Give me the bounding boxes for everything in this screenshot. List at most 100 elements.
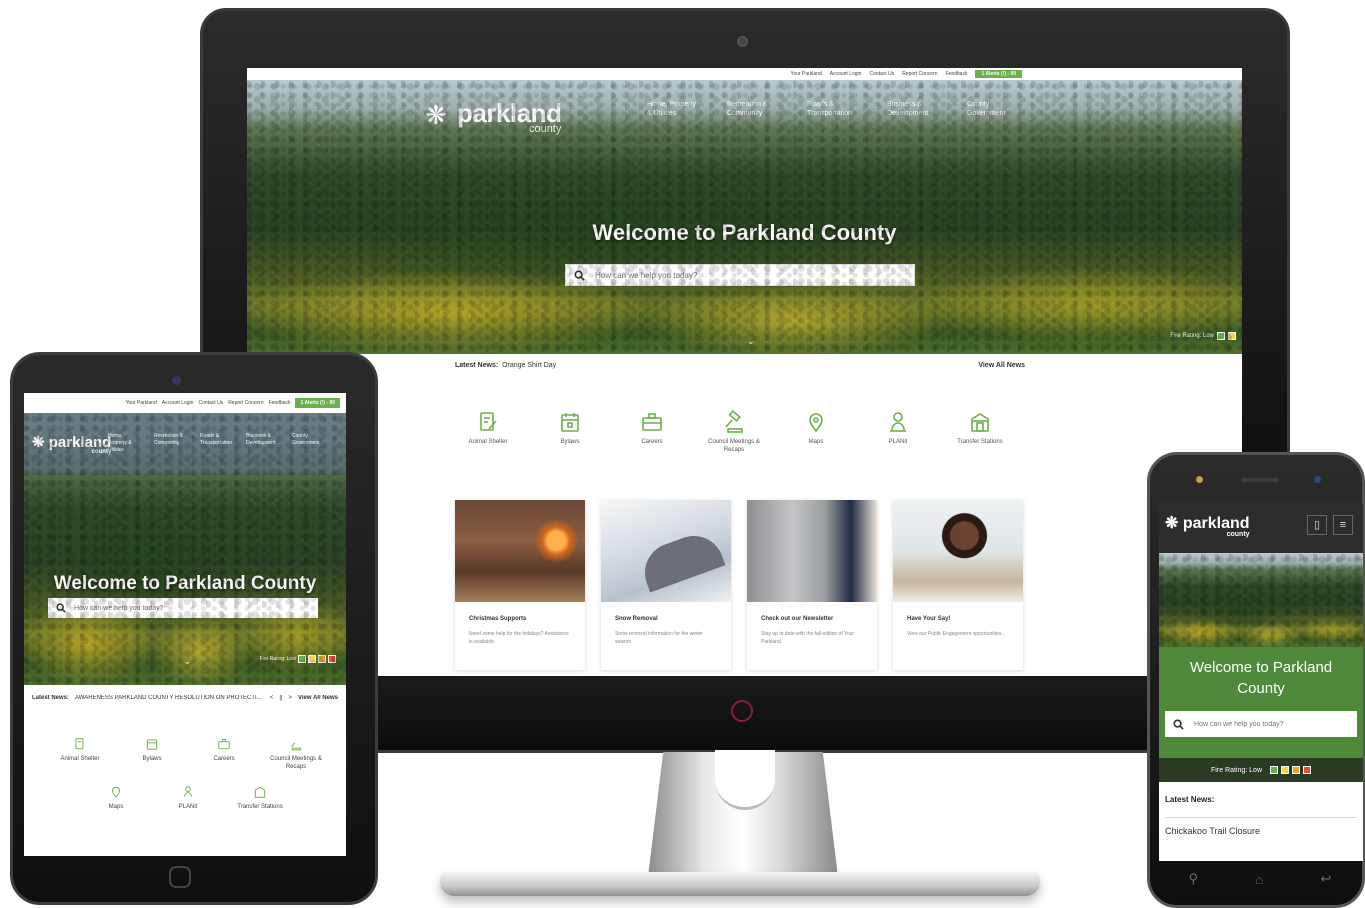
search-icon[interactable]	[1173, 718, 1184, 730]
search-input[interactable]	[74, 604, 314, 612]
quick-link-maps[interactable]: Maps	[790, 410, 842, 454]
home-icon[interactable]: ⌂	[1255, 872, 1263, 887]
tablet-main-nav: Home, Property & Utilities Recreation & …	[108, 433, 326, 454]
utility-link-feedback[interactable]: Feedback	[945, 71, 967, 77]
utility-link-feedback[interactable]: Feedback	[268, 400, 290, 406]
gavel-icon	[725, 410, 743, 433]
news-next-button[interactable]: >	[288, 695, 292, 701]
nav-item-government[interactable]: County Government	[967, 100, 1019, 118]
hero-search-box[interactable]	[48, 598, 318, 618]
utility-link-account-login[interactable]: Account Login	[830, 71, 862, 77]
latest-news-item[interactable]: Chickakoo Trail Closure	[1165, 826, 1260, 836]
alerts-icon[interactable]: ▯	[1307, 515, 1327, 535]
phone-speaker	[1242, 478, 1278, 482]
site-logo[interactable]: ❋ parkland county	[32, 433, 111, 455]
map-pin-icon	[809, 413, 823, 433]
utility-link-report-concern[interactable]: Report Concern	[228, 400, 263, 406]
feature-card-snow[interactable]: Snow Removal Snow removal information fo…	[601, 500, 731, 670]
site-logo[interactable]: ❋ parkland county	[425, 98, 562, 135]
latest-news-item[interactable]: Orange Shirt Day	[502, 362, 556, 369]
phone-header: ❋ parkland county ▯ ≡	[1159, 503, 1363, 553]
fire-swatch-moderate	[308, 655, 316, 663]
news-prev-button[interactable]: <	[270, 695, 274, 701]
search-icon[interactable]: ⚲	[1189, 871, 1199, 887]
card-image-mailbox	[747, 500, 877, 602]
search-input[interactable]	[1194, 720, 1344, 728]
monitor-stand-cutout	[715, 750, 775, 810]
nav-item-home-property[interactable]: Home, Property & Utilities	[647, 100, 699, 118]
scroll-down-icon[interactable]: ⌄	[747, 336, 755, 347]
quick-link-council[interactable]: Council Meetings & Recaps	[265, 737, 327, 771]
quick-link-planit[interactable]: PLANit	[872, 410, 924, 454]
utility-link-contact-us[interactable]: Contact Us	[869, 71, 894, 77]
nav-item-business[interactable]: Business & Development	[887, 100, 939, 118]
tablet-home-button[interactable]	[169, 866, 191, 888]
monitor-camera	[737, 36, 748, 47]
quick-link-maps[interactable]: Maps	[85, 785, 147, 811]
quick-link-transfer-stations[interactable]: Transfer Stations	[229, 785, 291, 811]
quick-link-council[interactable]: Council Meetings & Recaps	[708, 410, 760, 454]
calendar-icon	[561, 413, 579, 432]
fire-rating[interactable]: Fire Rating: Low	[1159, 758, 1363, 782]
tablet-utility-bar: Your Parkland Account Login Contact Us R…	[24, 393, 346, 413]
hero-search-box[interactable]	[1165, 711, 1357, 737]
quick-link-planit[interactable]: PLANit	[157, 785, 219, 811]
nav-item-business[interactable]: Business & Development	[246, 433, 280, 454]
quick-link-bylaws[interactable]: Bylaws	[121, 737, 183, 771]
monitor-power-icon[interactable]	[731, 700, 753, 722]
hamburger-menu-icon[interactable]: ≡	[1333, 515, 1353, 535]
utility-link-report-concern[interactable]: Report Concern	[902, 71, 937, 77]
phone-nav-bar: ⚲ ⌂ ↩	[1160, 866, 1360, 892]
fire-swatch-low	[1269, 766, 1278, 774]
logo-subtext: county	[1226, 531, 1250, 538]
search-icon[interactable]	[56, 603, 66, 613]
briefcase-icon	[642, 413, 662, 431]
quick-link-label: Maps	[808, 439, 824, 445]
tablet-quick-links: Animal Shelter Bylaws Careers Council Me…	[36, 737, 340, 811]
search-input[interactable]	[595, 270, 895, 280]
quick-link-label: Bylaws	[142, 756, 162, 762]
nav-item-government[interactable]: County Government	[292, 433, 326, 454]
card-image-woman-laptop	[893, 500, 1023, 602]
view-all-news-link[interactable]: View All News	[978, 362, 1025, 369]
quick-link-bylaws[interactable]: Bylaws	[544, 410, 596, 454]
nav-item-roads[interactable]: Roads & Transportation	[807, 100, 859, 118]
quick-link-careers[interactable]: Careers	[626, 410, 678, 454]
site-logo[interactable]: ❋ parkland county	[1165, 513, 1250, 538]
hero-title: Welcome to Parkland County	[53, 573, 317, 594]
feature-card-newsletter[interactable]: Check out our Newsletter Stay up to date…	[747, 500, 877, 670]
phone-sensor	[1314, 476, 1321, 483]
back-icon[interactable]: ↩	[1320, 871, 1331, 887]
news-pause-button[interactable]: ||	[279, 695, 282, 701]
utility-link-your-parkland[interactable]: Your Parkland	[126, 400, 157, 406]
utility-link-contact-us[interactable]: Contact Us	[198, 400, 223, 406]
nav-item-home-property[interactable]: Home, Property & Utilities	[108, 433, 142, 454]
card-description: Snow removal information for the winter …	[615, 631, 704, 645]
latest-news-item[interactable]: AWARENESS PARKLAND COUNTY RESOLUTION ON …	[75, 695, 264, 701]
nav-item-recreation[interactable]: Recreation & Community	[727, 100, 779, 118]
phone-hero-image	[1159, 553, 1363, 647]
scroll-down-icon[interactable]: ⌄	[184, 657, 191, 666]
fire-rating[interactable]: Fire Rating: Low	[1170, 332, 1236, 340]
card-title: Have Your Say!	[907, 616, 951, 622]
quick-link-animal-shelter[interactable]: Animal Shelter	[49, 737, 111, 771]
utility-link-your-parkland[interactable]: Your Parkland	[791, 71, 822, 77]
quick-link-animal-shelter[interactable]: Animal Shelter	[462, 410, 514, 454]
nav-item-recreation[interactable]: Recreation & Community	[154, 433, 188, 454]
quick-link-careers[interactable]: Careers	[193, 737, 255, 771]
search-icon[interactable]	[574, 269, 585, 281]
utility-link-account-login[interactable]: Account Login	[162, 400, 194, 406]
alerts-button[interactable]: 1 Alerts (!) - 00	[295, 398, 340, 408]
card-description: Need some help for the holidays? Assista…	[469, 631, 569, 645]
alerts-button[interactable]: 1 Alerts (!) - 00	[975, 70, 1022, 78]
nav-item-roads[interactable]: Roads & Transportation	[200, 433, 234, 454]
quick-link-transfer-stations[interactable]: Transfer Stations	[954, 410, 1006, 454]
gavel-icon	[290, 742, 302, 751]
view-all-news-link[interactable]: View All News	[298, 695, 338, 701]
hero-search-box[interactable]	[565, 264, 915, 286]
feature-card-christmas[interactable]: Christmas Supports Need some help for th…	[455, 500, 585, 670]
feature-card-have-your-say[interactable]: Have Your Say! View our Public Engagemen…	[893, 500, 1023, 670]
fire-rating[interactable]: Fire Rating: Low	[260, 655, 336, 663]
latest-news-label: Latest News:	[1165, 795, 1215, 804]
fire-swatch-high	[1291, 766, 1300, 774]
